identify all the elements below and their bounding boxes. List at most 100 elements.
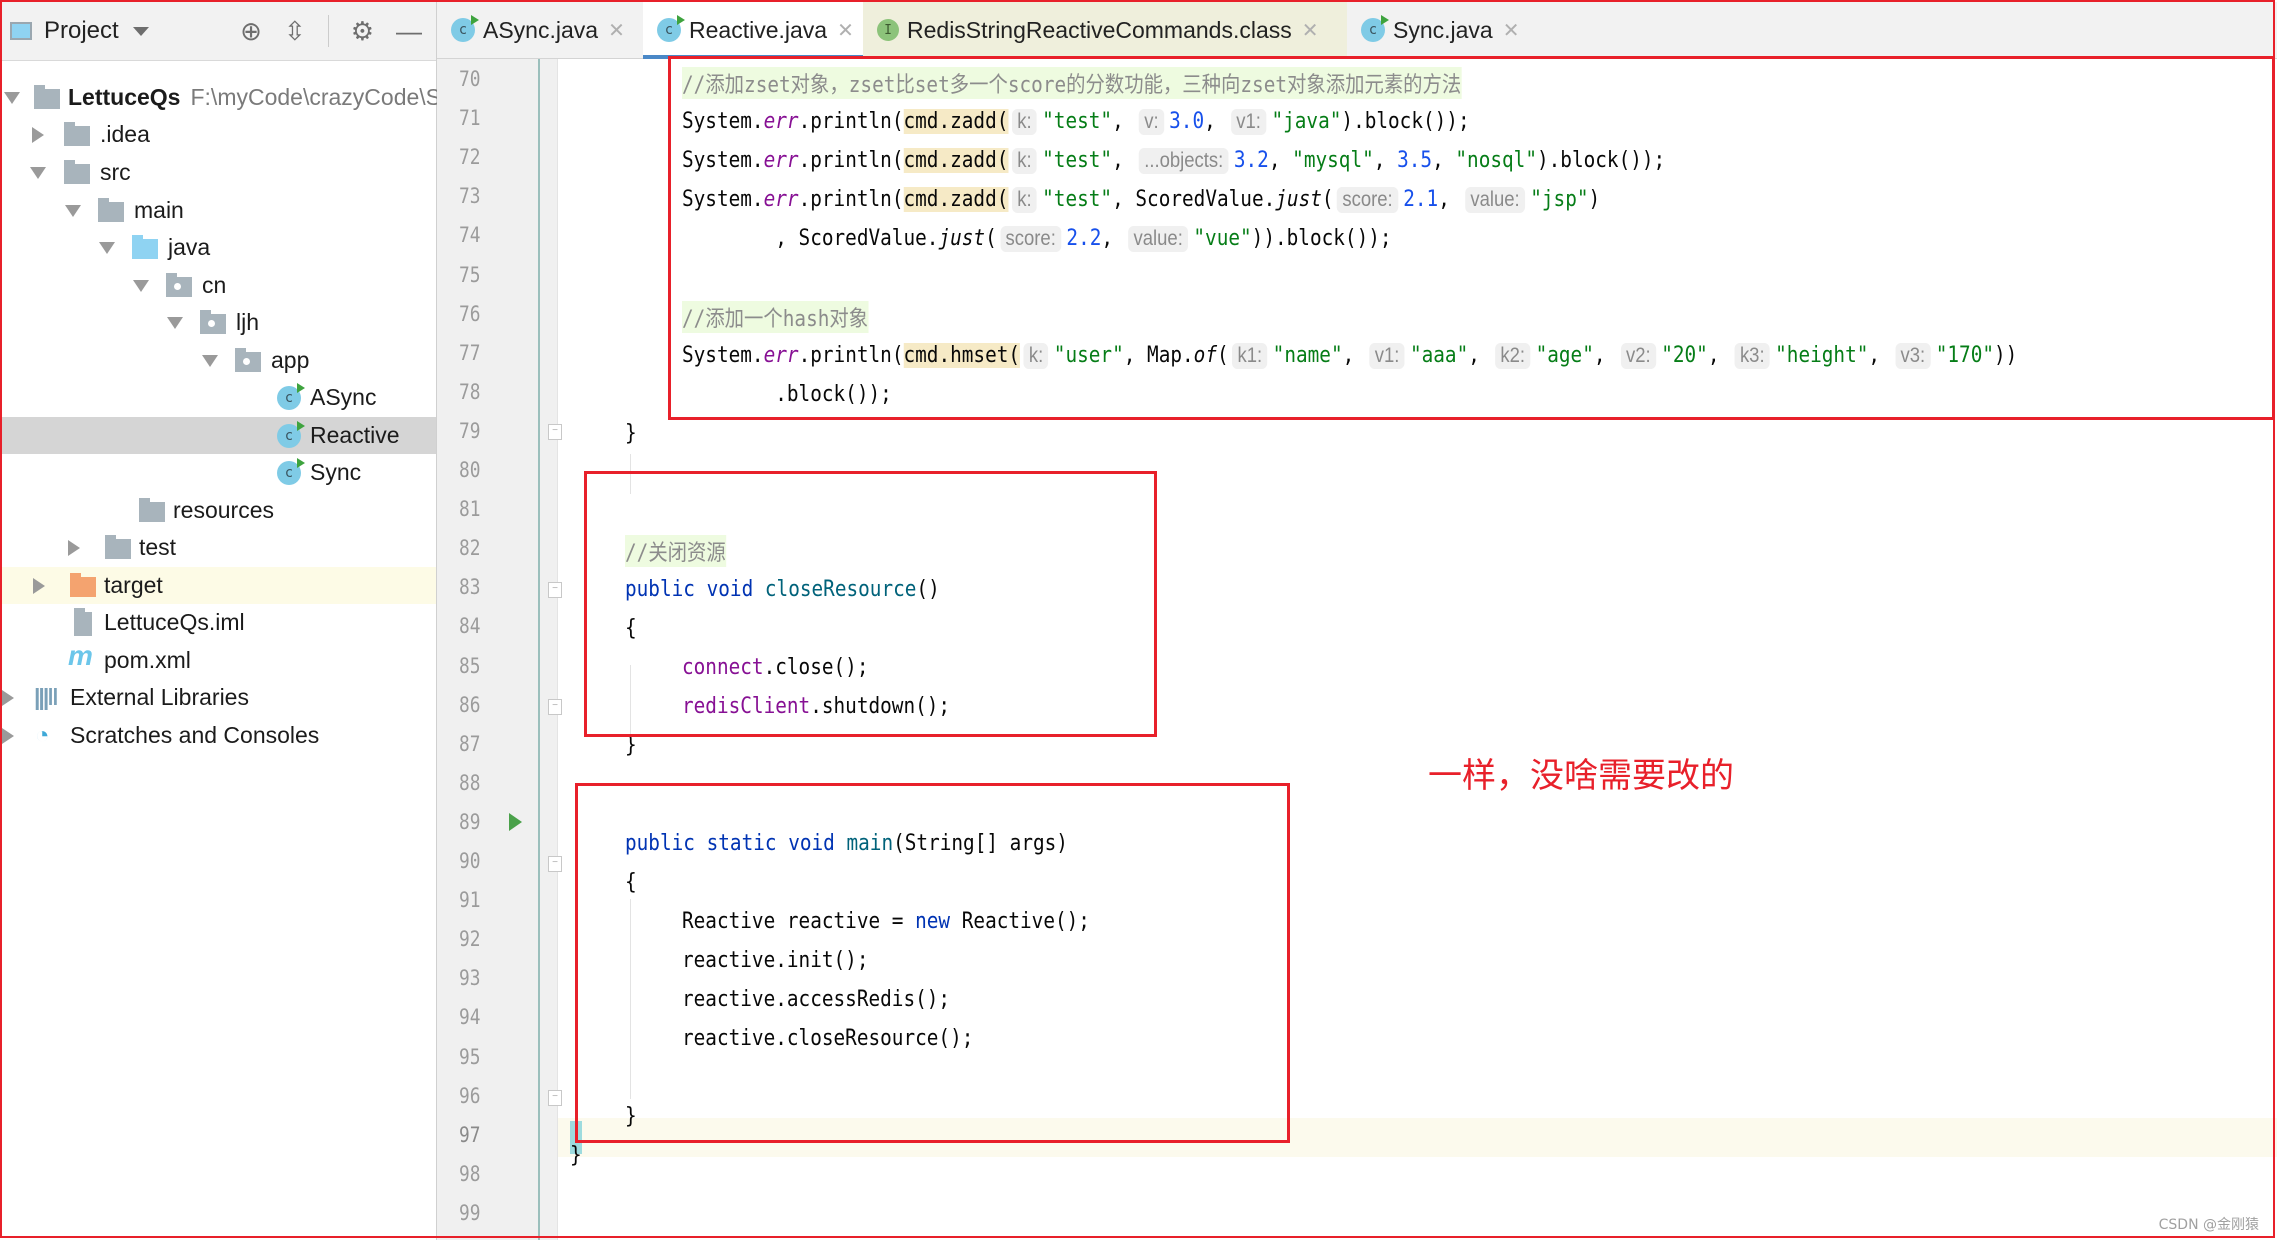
tab-label: Sync.java xyxy=(1393,16,1493,43)
tree-item-label: src xyxy=(100,159,131,185)
fold-icon[interactable]: − xyxy=(548,424,562,440)
package-icon xyxy=(235,348,261,372)
tab-label: Reactive.java xyxy=(689,16,828,43)
tab-sync-java[interactable]: c Sync.java ✕ xyxy=(1347,2,1547,58)
code-line-82: public void closeResource() xyxy=(625,577,940,602)
locate-icon[interactable]: ⊕ xyxy=(240,18,262,44)
tree-item-scratches[interactable]: ◔ Scratches and Consoles xyxy=(2,717,436,754)
class-icon: c xyxy=(657,15,685,42)
param-hint: k1: xyxy=(1232,342,1268,369)
code-line-79: } xyxy=(625,421,637,446)
code-line-91: Reactive reactive = new Reactive(); xyxy=(682,909,1090,934)
expand-arrow-icon[interactable] xyxy=(30,167,46,179)
tab-async-java[interactable]: c ASync.java ✕ xyxy=(437,2,637,58)
line-number: 98 xyxy=(459,1161,481,1186)
code-line-84: connect .close(); xyxy=(682,655,869,680)
fold-icon[interactable]: − xyxy=(548,856,562,872)
settings-gear-icon[interactable]: ⚙ xyxy=(351,18,374,44)
code-line-81: //关闭资源 xyxy=(625,531,726,570)
expand-arrow-icon[interactable] xyxy=(99,242,115,254)
divider xyxy=(327,15,329,47)
param-hint: v1: xyxy=(1230,108,1267,135)
code-line-73: System. err .println(cmd.zadd(k: "test", Sc… xyxy=(682,186,1601,213)
line-number: 85 xyxy=(459,653,481,678)
package-icon xyxy=(166,273,192,297)
code-editor[interactable]: 70 71 72 73 74 75 76 77 78 79 80 81 82 83 84 85 86 87 88 89… xyxy=(437,59,2277,1240)
expand-arrow-icon[interactable] xyxy=(202,355,218,367)
tree-item-test[interactable]: test xyxy=(2,529,436,566)
line-number: 76 xyxy=(459,301,481,326)
collapse-arrow-icon[interactable] xyxy=(2,728,14,744)
collapse-arrow-icon[interactable] xyxy=(2,690,14,706)
expand-arrow-icon[interactable] xyxy=(133,280,149,292)
tree-item-label: .idea xyxy=(100,121,150,147)
package-icon xyxy=(200,310,226,334)
tree-item-ljh[interactable]: ljh xyxy=(2,304,436,341)
code-line-77: System. err .println(cmd.hmset(k: "user", M… xyxy=(682,342,2018,369)
collapse-all-icon[interactable]: ⇳ xyxy=(284,18,306,44)
tree-item-sync[interactable]: c Sync xyxy=(2,454,436,491)
runnable-class-icon: c xyxy=(277,383,305,410)
current-line-highlight xyxy=(437,1118,2277,1157)
param-hint: v: xyxy=(1138,108,1164,135)
hide-minus-icon[interactable]: — xyxy=(396,18,422,44)
expand-arrow-icon[interactable] xyxy=(65,205,81,217)
tab-redis-string-reactive-commands[interactable]: I RedisStringReactiveCommands.class ✕ xyxy=(863,2,1347,58)
code-line-71: System. err .println(cmd.zadd(k: "test", v:… xyxy=(682,108,1470,135)
tree-item-app[interactable]: app xyxy=(2,342,436,379)
line-number: 83 xyxy=(459,575,481,600)
code-line-97: } xyxy=(570,1143,582,1168)
libraries-icon: |||‖ xyxy=(34,684,59,710)
line-number: 89 xyxy=(459,809,481,834)
fold-icon[interactable]: − xyxy=(548,699,562,715)
expand-arrow-icon[interactable] xyxy=(167,317,183,329)
collapse-arrow-icon[interactable] xyxy=(32,127,44,143)
fold-icon[interactable]: − xyxy=(548,1090,562,1106)
code-line-78: .block()); xyxy=(682,382,892,407)
line-number: 73 xyxy=(459,184,481,209)
line-number: 94 xyxy=(459,1005,481,1030)
collapse-arrow-icon[interactable] xyxy=(33,578,45,594)
chevron-down-icon[interactable] xyxy=(132,26,149,36)
tree-item-lettuceqs[interactable]: LettuceQs F:\myCode\crazyCode\S xyxy=(2,79,441,116)
tree-item-resources[interactable]: resources xyxy=(2,492,436,529)
tree-item-target[interactable]: target xyxy=(2,567,436,604)
runnable-class-icon: c xyxy=(277,421,305,448)
tree-item-reactive[interactable]: c Reactive xyxy=(2,417,436,454)
close-icon[interactable]: ✕ xyxy=(837,18,854,43)
code-line-76: //添加一个hash对象 xyxy=(682,297,869,336)
folder-icon xyxy=(98,198,124,222)
expand-arrow-icon[interactable] xyxy=(4,92,20,104)
tree-item-label: External Libraries xyxy=(70,684,249,710)
code-line-85: redisClient .shutdown(); xyxy=(682,694,951,719)
param-hint: k: xyxy=(1011,186,1037,213)
tree-item-idea[interactable]: .idea xyxy=(2,116,436,153)
line-number: 70 xyxy=(459,67,481,91)
collapse-arrow-icon[interactable] xyxy=(68,540,80,556)
fold-icon[interactable]: − xyxy=(548,582,562,598)
line-number: 95 xyxy=(459,1044,481,1069)
tree-item-main[interactable]: main xyxy=(2,192,436,229)
tab-reactive-java[interactable]: c Reactive.java ✕ xyxy=(643,2,863,59)
tree-item-cn[interactable]: cn xyxy=(2,267,436,304)
close-icon[interactable]: ✕ xyxy=(608,18,625,43)
tree-item-external-libraries[interactable]: |||‖ External Libraries xyxy=(2,679,436,716)
run-main-icon[interactable] xyxy=(509,813,522,831)
code-line-89: public static void main (String[] args) xyxy=(625,831,1068,856)
tree-item-pom[interactable]: m pom.xml xyxy=(2,640,436,679)
tree-item-src[interactable]: src xyxy=(2,154,436,191)
line-number: 81 xyxy=(459,497,481,522)
tree-item-async[interactable]: c ASync xyxy=(2,379,436,416)
param-hint: value: xyxy=(1128,225,1189,252)
tree-item-label: LettuceQs xyxy=(68,84,181,110)
close-icon[interactable]: ✕ xyxy=(1302,18,1319,43)
tab-label: RedisStringReactiveCommands.class xyxy=(907,16,1292,43)
code-line-92: reactive.init(); xyxy=(682,948,869,973)
tree-item-iml[interactable]: LettuceQs.iml xyxy=(2,604,436,641)
class-icon: c xyxy=(451,15,479,42)
project-view-selector[interactable]: Project xyxy=(44,17,119,45)
tree-item-java[interactable]: java xyxy=(2,229,436,266)
close-icon[interactable]: ✕ xyxy=(1503,18,1520,43)
project-header: Project ⊕ ⇳ ⚙ — xyxy=(2,2,436,61)
indent-guide xyxy=(630,899,631,1099)
